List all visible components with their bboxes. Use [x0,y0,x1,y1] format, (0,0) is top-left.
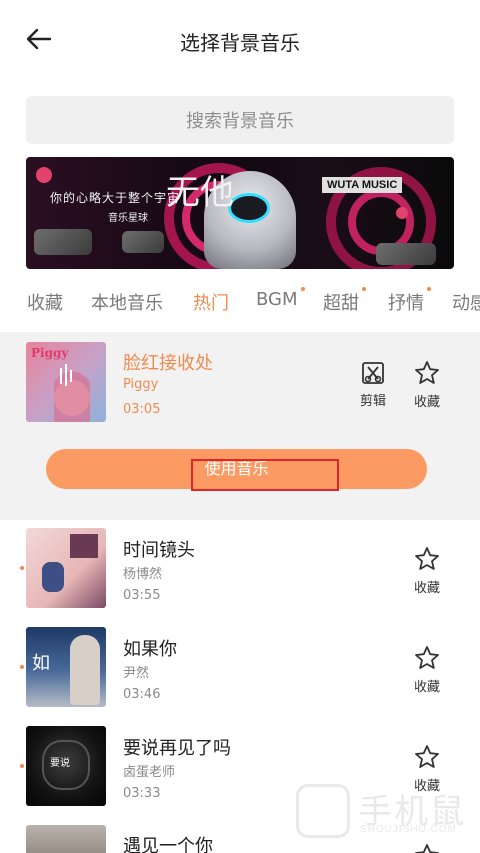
search-input[interactable]: 搜索背景音乐 [26,96,454,144]
album-cover[interactable] [26,825,106,853]
cover-lettering: 如 [32,653,50,674]
favorite-label: 收藏 [413,680,440,695]
edit-label: 剪辑 [359,394,386,409]
album-cover[interactable]: Piggy [26,342,106,422]
cover-illustration [54,364,90,422]
banner-rock [376,243,436,265]
tab-bgm[interactable]: BGM [256,287,305,310]
tab-local-music[interactable]: 本地音乐 [91,289,163,315]
cover-figure [42,562,64,592]
unread-dot [20,665,24,669]
new-dot [362,287,366,291]
astronaut-visor [228,193,270,223]
banner-rock [122,231,164,253]
selected-song-duration: 03:05 [123,402,161,417]
cover-figure [70,635,100,705]
tab-hot[interactable]: 热门 [193,289,229,315]
use-music-button[interactable]: 使用音乐 [46,449,427,491]
song-title[interactable]: 如果你 [123,635,177,661]
song-duration: 03:55 [123,588,161,603]
banner-subtitle: 音乐星球 [108,213,148,224]
favorite-button[interactable]: 收藏 [402,545,452,596]
favorite-label: 收藏 [413,581,440,596]
app-header: 选择背景音乐 [0,0,480,82]
category-tabs: 收藏 本地音乐 热门 BGM 超甜 抒情 动感 [0,278,480,322]
promo-banner[interactable]: 你的心略大于整个宇宙 音乐星球 无他 WUTA MUSIC [26,157,454,269]
unread-dot [20,764,24,768]
scissors-icon [362,362,384,384]
song-title[interactable]: 遇见一个你 [123,832,213,853]
favorite-button[interactable]: 收藏 [402,359,452,410]
song-artist: 卤蛋老师 [123,765,176,780]
tab-sweet[interactable]: 超甜 [323,287,366,315]
new-dot [427,287,431,291]
star-icon [415,547,439,570]
song-title[interactable]: 要说再见了吗 [123,734,231,760]
favorite-label: 收藏 [413,395,440,410]
selected-song-artist: Piggy [123,377,159,392]
highlight-frame [191,459,339,491]
banner-slogan: 你的心略大于整个宇宙 [50,191,181,205]
watermark-logo-icon [296,784,350,838]
edit-button[interactable]: 剪辑 [348,360,398,409]
cover-illustration [70,534,98,558]
song-title[interactable]: 时间镜头 [123,536,195,562]
song-artist: 杨博然 [123,567,163,582]
song-artist: 尹然 [123,666,150,681]
banner-brand: WUTA MUSIC [322,177,403,193]
banner-planet [396,207,408,219]
star-icon [415,745,439,768]
site-watermark: 手机鼠 SHOUJISHU.COM [296,784,466,844]
unread-dot [20,566,24,570]
banner-rock [34,229,92,255]
banner-planet [36,167,52,183]
tab-lyrical[interactable]: 抒情 [388,287,431,315]
tab-favorites[interactable]: 收藏 [27,289,63,315]
album-cover[interactable] [26,528,106,608]
star-icon [415,646,439,669]
song-duration: 03:46 [123,687,161,702]
banner-big-text: 无他 [166,173,234,213]
album-cover[interactable]: 如 [26,627,106,707]
selected-song-title: 脸红接收处 [123,353,213,374]
star-icon [415,361,439,384]
cover-lettering: 要说 [50,758,70,769]
song-duration: 03:33 [123,786,161,801]
new-dot [300,287,305,291]
page-title: 选择背景音乐 [180,31,300,55]
favorite-button[interactable]: 收藏 [402,644,452,695]
album-cover[interactable]: 要说 [26,726,106,806]
watermark-subtext: SHOUJISHU.COM [360,824,457,835]
tab-dynamic[interactable]: 动感 [452,289,480,315]
